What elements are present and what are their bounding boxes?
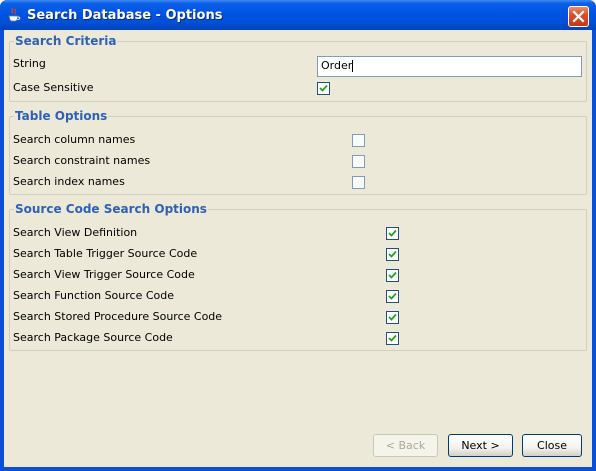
check-mark-icon [388,313,397,321]
search-column-names-label: Search column names [13,133,136,146]
case-sensitive-label: Case Sensitive [13,81,94,94]
java-cup-icon [7,7,21,23]
search-function-checkbox[interactable] [386,290,399,303]
next-button[interactable]: Next > [448,434,513,457]
back-button[interactable]: < Back [373,434,438,457]
search-constraint-names-label: Search constraint names [13,154,151,167]
window-title: Search Database - Options [27,8,223,23]
search-criteria-group: Search Criteria String Order Case Sensit… [9,34,587,102]
search-string-input[interactable]: Order [317,56,582,77]
search-package-checkbox[interactable] [386,332,399,345]
check-mark-icon [319,84,328,92]
search-view-trigger-checkbox[interactable] [386,269,399,282]
table-options-legend: Table Options [14,109,109,123]
search-criteria-legend: Search Criteria [14,34,118,48]
close-x-icon [572,10,585,23]
search-index-names-label: Search index names [13,175,125,188]
search-package-label: Search Package Source Code [13,331,173,344]
search-view-definition-checkbox[interactable] [386,227,399,240]
source-code-options-legend: Source Code Search Options [14,202,208,216]
check-mark-icon [388,250,397,258]
dialog-body: Search Criteria String Order Case Sensit… [4,30,592,467]
search-table-trigger-checkbox[interactable] [386,248,399,261]
search-stored-procedure-label: Search Stored Procedure Source Code [13,310,223,323]
search-column-names-checkbox[interactable] [352,134,365,147]
search-view-definition-label: Search View Definition [13,226,138,239]
table-options-group: Table Options Search column names Search… [9,109,587,195]
dialog-window: Search Database - Options Search Criteri… [0,0,596,471]
check-mark-icon [388,271,397,279]
string-label: String [13,57,46,70]
source-code-options-group: Source Code Search Options Search View D… [9,202,587,351]
close-button[interactable]: Close [522,434,582,457]
search-constraint-names-checkbox[interactable] [352,155,365,168]
search-view-trigger-label: Search View Trigger Source Code [13,268,195,281]
text-caret [352,60,354,72]
search-function-label: Search Function Source Code [13,289,175,302]
close-window-button[interactable] [568,6,589,27]
title-bar[interactable]: Search Database - Options [0,0,596,30]
check-mark-icon [388,229,397,237]
search-stored-procedure-checkbox[interactable] [386,311,399,324]
check-mark-icon [388,292,397,300]
search-string-value: Order [321,59,353,72]
search-table-trigger-label: Search Table Trigger Source Code [13,247,198,260]
check-mark-icon [388,334,397,342]
search-index-names-checkbox[interactable] [352,176,365,189]
case-sensitive-checkbox[interactable] [317,82,330,95]
